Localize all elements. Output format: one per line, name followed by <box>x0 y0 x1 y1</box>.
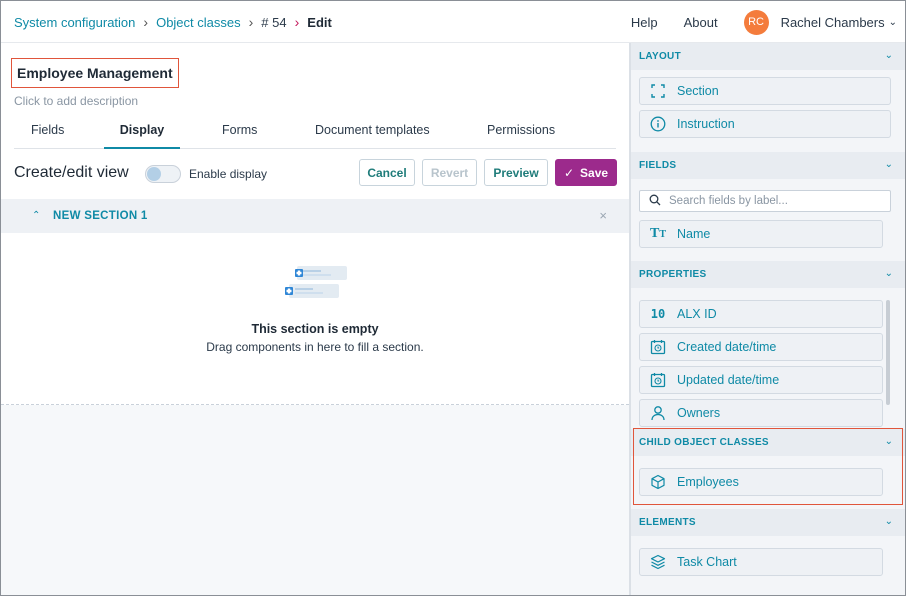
chevron-down-icon: ⌄ <box>884 268 893 279</box>
view-title: Create/edit view <box>14 164 129 181</box>
cancel-button[interactable]: Cancel <box>359 159 415 186</box>
header-actions: Help About RC Rachel Chambers ⌄ <box>631 1 897 43</box>
property-item-label: ALX ID <box>677 307 717 321</box>
about-link[interactable]: About <box>684 15 718 30</box>
check-icon: ✓ <box>563 165 575 180</box>
field-item-name[interactable]: TT Name <box>639 220 883 248</box>
layout-item-instruction[interactable]: Instruction <box>639 110 891 138</box>
id-number-icon: 10 <box>650 307 666 321</box>
property-item-label: Updated date/time <box>677 373 780 387</box>
chevron-right-icon: › <box>294 14 300 30</box>
chevron-down-icon: ⌄ <box>884 50 893 61</box>
revert-button[interactable]: Revert <box>422 159 477 186</box>
elements-section-header[interactable]: ELEMENTS ⌄ <box>631 509 905 536</box>
breadcrumb-record-number: # 54 <box>261 14 287 30</box>
tab-forms[interactable]: Forms <box>222 123 257 149</box>
preview-button[interactable]: Preview <box>484 159 548 186</box>
components-panel: LAYOUT ⌄ Section Instruction FIELDS ⌄ Se… <box>631 43 905 595</box>
property-item-owners[interactable]: Owners <box>639 399 883 427</box>
field-item-label: Name <box>677 227 711 241</box>
chevron-right-icon: › <box>143 14 149 30</box>
breadcrumb-object-classes[interactable]: Object classes <box>156 15 241 30</box>
help-link[interactable]: Help <box>631 15 658 30</box>
tab-permissions[interactable]: Permissions <box>487 123 555 149</box>
text-field-icon: TT <box>649 226 666 241</box>
property-item-updated[interactable]: Updated date/time <box>639 366 883 394</box>
tab-fields[interactable]: Fields <box>31 123 64 149</box>
breadcrumb: System configuration › Object classes › … <box>14 1 332 43</box>
empty-section-title: This section is empty <box>251 322 379 336</box>
search-fields-input[interactable]: Search fields by label... <box>639 190 891 212</box>
layout-item-label: Instruction <box>677 117 735 131</box>
description-placeholder[interactable]: Click to add description <box>14 94 138 108</box>
property-item-alx-id[interactable]: 10 ALX ID <box>639 300 883 328</box>
empty-section-subtitle: Drag components in here to fill a sectio… <box>206 340 424 354</box>
layout-section-title: LAYOUT <box>639 51 681 62</box>
fields-section-header[interactable]: FIELDS ⌄ <box>631 152 905 179</box>
chevron-right-icon: › <box>248 14 254 30</box>
fields-section-title: FIELDS <box>639 160 677 171</box>
close-icon[interactable]: × <box>599 208 607 223</box>
user-name: Rachel Chambers <box>780 14 885 30</box>
view-toolbar: Create/edit view Enable display Cancel R… <box>14 159 618 189</box>
user-icon <box>649 404 667 422</box>
element-item-task-chart[interactable]: Task Chart <box>639 548 883 576</box>
layout-item-label: Section <box>677 84 719 98</box>
properties-section-header[interactable]: PROPERTIES ⌄ <box>631 261 905 288</box>
chevron-down-icon: ⌄ <box>888 16 897 28</box>
section-drop-zone[interactable]: This section is empty Drag components in… <box>1 233 629 405</box>
canvas-background <box>1 405 629 595</box>
property-item-label: Owners <box>677 406 721 420</box>
enable-display-toggle[interactable] <box>145 165 181 183</box>
chevron-down-icon: ⌄ <box>884 516 893 527</box>
calendar-clock-icon <box>649 338 667 356</box>
search-icon <box>649 194 661 209</box>
property-item-label: Created date/time <box>677 340 777 354</box>
tab-display[interactable]: Display <box>104 123 180 149</box>
layout-item-section[interactable]: Section <box>639 77 891 105</box>
chevron-up-icon[interactable]: ⌃ <box>32 210 40 221</box>
enable-display-label: Enable display <box>189 167 268 181</box>
toggle-knob <box>147 167 161 181</box>
tab-bar: Fields Display Forms Document templates … <box>14 117 616 149</box>
breadcrumb-current: Edit <box>307 14 332 30</box>
tab-document-templates[interactable]: Document templates <box>315 123 430 149</box>
child-object-classes-highlight <box>633 428 903 505</box>
calendar-clock-icon <box>649 371 667 389</box>
properties-section-title: PROPERTIES <box>639 269 707 280</box>
top-bar: System configuration › Object classes › … <box>1 1 905 43</box>
section-title: NEW SECTION 1 <box>53 210 148 222</box>
breadcrumb-system-configuration[interactable]: System configuration <box>14 15 135 30</box>
page-title[interactable]: Employee Management <box>11 58 179 88</box>
elements-section-title: ELEMENTS <box>639 517 696 528</box>
empty-section-illustration-icon <box>285 266 347 298</box>
property-item-created[interactable]: Created date/time <box>639 333 883 361</box>
info-icon <box>649 115 667 133</box>
section-header[interactable]: ⌃ NEW SECTION 1 × <box>1 199 629 233</box>
main-editor: Employee Management Click to add descrip… <box>1 43 629 595</box>
avatar: RC <box>743 9 769 35</box>
app-frame: System configuration › Object classes › … <box>0 0 906 596</box>
search-placeholder: Search fields by label... <box>669 195 788 207</box>
save-label: Save <box>580 165 609 180</box>
stack-icon <box>649 553 667 571</box>
user-menu[interactable]: RC Rachel Chambers ⌄ <box>743 9 897 35</box>
section-icon <box>649 82 667 100</box>
chevron-down-icon: ⌄ <box>884 159 893 170</box>
save-button[interactable]: ✓ Save <box>555 159 617 186</box>
element-item-label: Task Chart <box>677 555 737 569</box>
properties-scrollbar[interactable] <box>886 300 890 405</box>
layout-section-header[interactable]: LAYOUT ⌄ <box>631 43 905 70</box>
